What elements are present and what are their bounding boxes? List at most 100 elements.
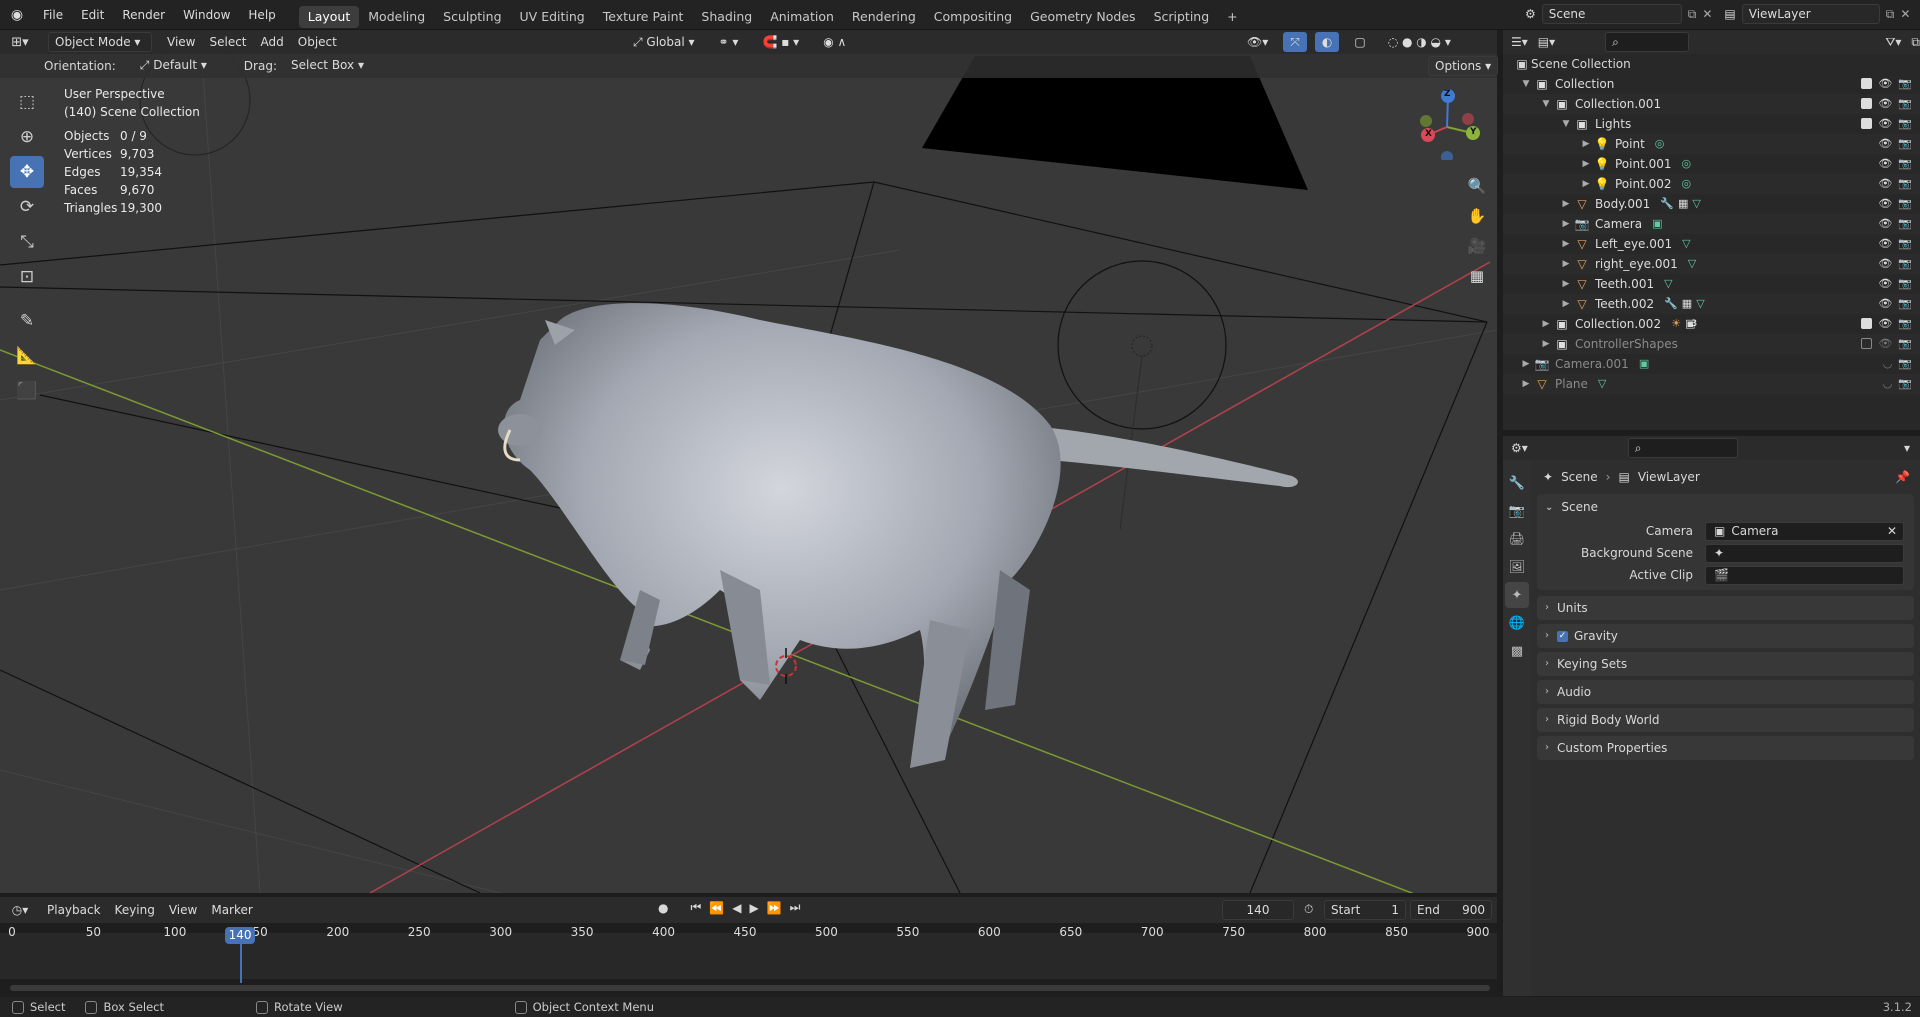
scale-tool-icon[interactable]: ⤡ (10, 226, 44, 258)
outliner-item-label[interactable]: Collection.002 (1575, 314, 1661, 334)
pivot-point-icon[interactable]: ⚭ ▾ (712, 32, 746, 52)
annotate-tool-icon[interactable]: ✎ (10, 305, 44, 337)
blender-logo-icon[interactable]: ◉ (0, 7, 34, 23)
exclude-checkbox[interactable] (1861, 338, 1873, 349)
outliner-row[interactable]: ▶ ▽ Left_eye.001 ▽ 👁 📷 (1503, 234, 1920, 254)
eye-icon[interactable]: ◡ (1883, 354, 1893, 374)
jump-end-icon[interactable]: ⏭ (790, 900, 801, 915)
exclude-checkbox[interactable] (1861, 78, 1873, 89)
eye-icon[interactable]: 👁 (1878, 154, 1892, 174)
properties-options-icon[interactable]: ▾ (1904, 441, 1910, 455)
exclude-checkbox[interactable] (1861, 118, 1873, 129)
viewport-menu-view[interactable]: View (160, 32, 202, 52)
expand-right-icon[interactable]: ▶ (1559, 274, 1573, 294)
proportional-edit-icon[interactable]: ◉ ∧ (816, 32, 853, 52)
eye-icon[interactable]: 👁 (1878, 74, 1892, 94)
display-mode-icon[interactable]: ▤▾ (1538, 35, 1555, 49)
mesh-data-icon[interactable]: ▽ (1682, 234, 1690, 254)
outliner-row[interactable]: ▼ ▣ Collection 👁 📷 (1503, 74, 1920, 94)
modifier-icon[interactable]: 🔧 (1660, 194, 1674, 214)
eye-icon[interactable]: 👁 (1878, 94, 1892, 114)
outliner-item-label[interactable]: Collection (1555, 74, 1614, 94)
outliner-row[interactable]: ▶ ▽ Body.001 🔧 ▦ ▽ 👁 📷 (1503, 194, 1920, 214)
outliner-item-label[interactable]: Camera (1595, 214, 1642, 234)
menu-edit[interactable]: Edit (72, 0, 113, 30)
expand-right-icon[interactable]: ▶ (1559, 194, 1573, 214)
light-data-icon[interactable]: ◎ (1682, 154, 1692, 174)
gravity-checkbox[interactable]: ✓ (1557, 631, 1568, 642)
tool-tab-icon[interactable]: 🔧 (1505, 470, 1529, 496)
outliner-item-label[interactable]: Left_eye.001 (1595, 234, 1672, 254)
render-tab-icon[interactable]: 📷 (1505, 498, 1529, 524)
timeline-menu-keying[interactable]: Keying (108, 900, 162, 920)
outliner-row[interactable]: ▶ 💡 Point ◎ 👁 📷 (1503, 134, 1920, 154)
outliner-item-label[interactable]: Point.001 (1615, 154, 1672, 174)
rotate-tool-icon[interactable]: ⟳ (10, 191, 44, 223)
gizmo-toggle-icon[interactable]: ⤧ (1283, 32, 1307, 52)
expand-down-icon[interactable]: ▼ (1539, 94, 1553, 114)
eye-icon[interactable]: 👁 (1878, 274, 1892, 294)
playhead-frame[interactable]: 140 (225, 927, 256, 944)
outliner-item-label[interactable]: Point.002 (1615, 174, 1672, 194)
camera-render-icon[interactable]: 📷 (1898, 234, 1912, 254)
tab-rendering[interactable]: Rendering (843, 6, 925, 28)
camera-render-icon[interactable]: 📷 (1898, 354, 1912, 374)
cursor-tool-icon[interactable]: ⊕ (10, 121, 44, 153)
play-icon[interactable]: ▶ (749, 901, 758, 915)
camera-render-icon[interactable]: 📷 (1898, 174, 1912, 194)
orientation-selector[interactable]: ⤢ Default ▾ (134, 56, 230, 76)
outliner-item-label[interactable]: right_eye.001 (1595, 254, 1678, 274)
eye-icon[interactable]: 👁 (1878, 254, 1892, 274)
visibility-icon[interactable]: 👁▾ (1240, 32, 1275, 52)
end-frame-field[interactable]: End 900 (1410, 900, 1492, 920)
tab-modeling[interactable]: Modeling (359, 6, 434, 28)
viewport-menu-select[interactable]: Select (202, 32, 253, 52)
panel-audio[interactable]: › Audio (1537, 680, 1914, 704)
viewport-menu-object[interactable]: Object (291, 32, 344, 52)
new-view-layer-icon[interactable]: ⧉ (1886, 7, 1895, 22)
transform-tool-icon[interactable]: ⊡ (10, 261, 44, 293)
prop-field-active-clip[interactable]: 🎬 (1705, 565, 1904, 585)
outliner-item-label[interactable]: Teeth.001 (1595, 274, 1654, 294)
expand-down-icon[interactable]: ▼ (1559, 114, 1573, 134)
camera-render-icon[interactable]: 📷 (1898, 154, 1912, 174)
outliner-item-label[interactable]: Body.001 (1595, 194, 1650, 214)
outliner-row[interactable]: ▶ 💡 Point.001 ◎ 👁 📷 (1503, 154, 1920, 174)
expand-right-icon[interactable]: ▶ (1559, 294, 1573, 314)
modifier-icon[interactable]: 🔧 (1664, 294, 1678, 314)
camera-render-icon[interactable]: 📷 (1898, 74, 1912, 94)
exclude-checkbox[interactable] (1861, 318, 1873, 329)
outliner-row[interactable]: ▶ ▣ ControllerShapes 👁 📷 (1503, 334, 1920, 354)
world-tab-icon[interactable]: 🌐 (1505, 610, 1529, 636)
close-scene-icon[interactable]: ✕ (1702, 7, 1712, 21)
viewport-menu-add[interactable]: Add (254, 32, 291, 52)
outliner-row[interactable]: ▶ ▣ Collection.002 ☀ ▣ 3 👁 📷 (1503, 314, 1920, 334)
light-data-icon[interactable]: ◎ (1655, 134, 1665, 154)
camera-render-icon[interactable]: 📷 (1898, 214, 1912, 234)
scene-selector-icon[interactable]: ⚙ (1525, 7, 1536, 21)
eye-icon[interactable]: ◡ (1883, 374, 1893, 394)
eye-icon[interactable]: 👁 (1878, 194, 1892, 214)
panel-gravity[interactable]: › ✓ Gravity (1537, 624, 1914, 648)
outliner-row[interactable]: ▶ 📷 Camera ▣ 👁 📷 (1503, 214, 1920, 234)
output-tab-icon[interactable]: 🖨 (1505, 526, 1529, 552)
clear-icon[interactable]: ✕ (1887, 523, 1897, 540)
expand-right-icon[interactable]: ▶ (1539, 334, 1553, 354)
tab-layout[interactable]: Layout (298, 5, 360, 28)
mesh-data-icon[interactable]: ▽ (1688, 254, 1696, 274)
tab-sculpting[interactable]: Sculpting (434, 6, 510, 28)
outliner-item-label[interactable]: ControllerShapes (1575, 334, 1678, 354)
expand-right-icon[interactable]: ▶ (1579, 134, 1593, 154)
expand-right-icon[interactable]: ▶ (1559, 214, 1573, 234)
drag-selector[interactable]: Select Box ▾ (285, 56, 370, 76)
outliner-row[interactable]: ▶ ▽ Teeth.001 ▽ 👁 📷 (1503, 274, 1920, 294)
eye-icon[interactable]: 👁 (1878, 214, 1892, 234)
camera-render-icon[interactable]: 📷 (1898, 194, 1912, 214)
scene-panel-header[interactable]: ⌄ Scene (1537, 494, 1914, 520)
camera-render-icon[interactable]: 📷 (1898, 134, 1912, 154)
xray-icon[interactable]: ▢ (1347, 32, 1372, 52)
expand-right-icon[interactable]: ▶ (1559, 234, 1573, 254)
play-reverse-icon[interactable]: ◀ (732, 901, 741, 915)
jump-keyframe-forward-icon[interactable]: ⏩ (767, 901, 782, 915)
timeline-menu-playback[interactable]: Playback (40, 900, 108, 920)
